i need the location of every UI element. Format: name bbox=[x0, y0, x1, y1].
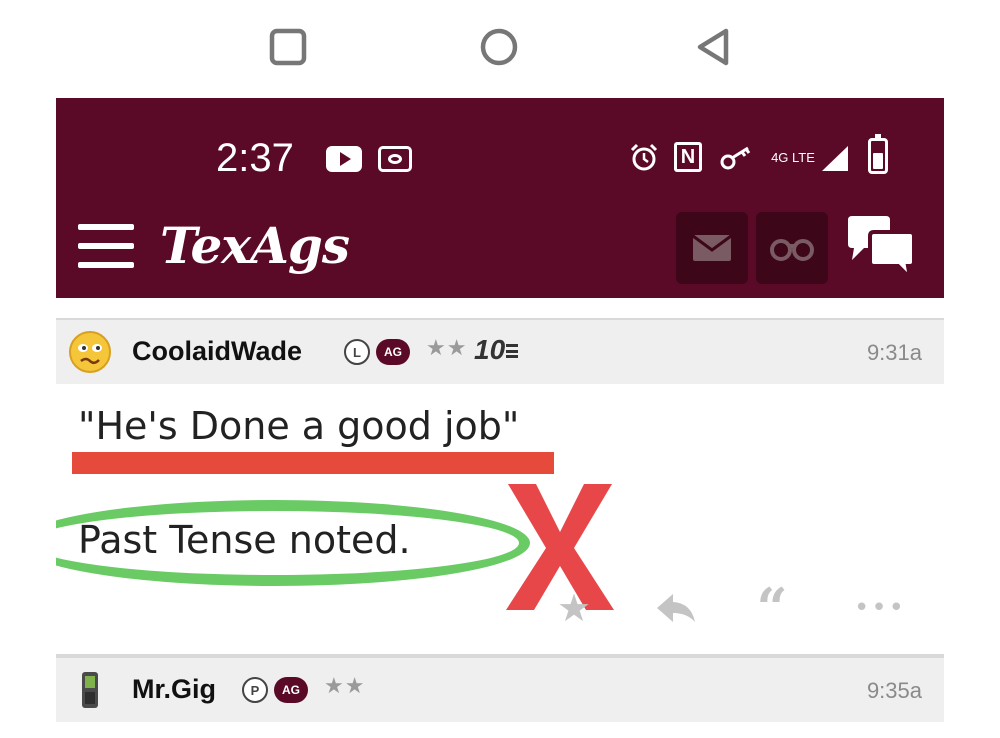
status-bar: 2:37 N 4G LTE bbox=[56, 98, 944, 208]
alarm-icon bbox=[630, 143, 658, 171]
circle-nav-icon bbox=[480, 28, 518, 66]
rank-number: 10 bbox=[474, 334, 506, 365]
nfc-icon: N bbox=[674, 142, 702, 172]
avatar[interactable] bbox=[68, 330, 112, 374]
status-time: 2:37 bbox=[216, 136, 294, 180]
recent-apps-button[interactable] bbox=[263, 22, 313, 72]
user-badge: L bbox=[344, 339, 370, 365]
post-header: CoolaidWade L AG ★★ 10 9:31a bbox=[56, 318, 944, 384]
star-icon: ★ bbox=[556, 586, 592, 630]
network-label: 4G LTE bbox=[771, 149, 815, 165]
watched-threads-button[interactable] bbox=[756, 212, 828, 284]
key-icon bbox=[720, 146, 751, 170]
reply-icon bbox=[657, 594, 695, 622]
youtube-icon bbox=[326, 146, 362, 172]
favorite-button[interactable]: ★ bbox=[548, 586, 600, 630]
username[interactable]: CoolaidWade bbox=[132, 336, 302, 367]
binoculars-icon bbox=[770, 239, 814, 261]
app-screen: 2:37 N 4G LTE TexAgs CoolaidWade L AG ★★… bbox=[56, 98, 944, 738]
reply-button[interactable] bbox=[650, 586, 702, 630]
app-logo[interactable]: TexAgs bbox=[160, 216, 350, 275]
avatar[interactable] bbox=[68, 668, 112, 712]
square-nav-icon bbox=[269, 28, 307, 66]
ag-badge: AG bbox=[376, 339, 410, 365]
more-options-button[interactable]: ••• bbox=[854, 586, 906, 630]
home-button[interactable] bbox=[474, 22, 524, 72]
menu-icon[interactable] bbox=[78, 224, 134, 268]
quote-button[interactable]: “ bbox=[746, 576, 798, 640]
back-button[interactable] bbox=[688, 22, 738, 72]
battery-icon bbox=[868, 134, 888, 174]
user-badge: P bbox=[242, 677, 268, 703]
post-text-line: "He's Done a good job" bbox=[78, 404, 520, 448]
username[interactable]: Mr.Gig bbox=[132, 674, 216, 705]
post-timestamp: 9:35a bbox=[866, 678, 922, 703]
more-icon: ••• bbox=[854, 593, 907, 623]
quote-icon: “ bbox=[756, 576, 788, 640]
back-nav-icon bbox=[697, 28, 729, 66]
star-rating: ★★ bbox=[426, 336, 468, 361]
messages-button[interactable] bbox=[676, 212, 748, 284]
chat-icon[interactable] bbox=[844, 214, 918, 284]
green-circle-annotation bbox=[56, 500, 530, 586]
signal-icon bbox=[822, 146, 848, 171]
rank-icon bbox=[506, 344, 518, 358]
mail-icon bbox=[692, 234, 732, 261]
star-rating: ★★ bbox=[324, 674, 366, 699]
red-underline-annotation bbox=[72, 452, 554, 474]
post-timestamp: 9:31a bbox=[866, 340, 922, 365]
ag-badge: AG bbox=[274, 677, 308, 703]
cast-icon bbox=[378, 146, 412, 172]
post-header: Mr.Gig P AG ★★ 9:35a bbox=[56, 656, 944, 722]
system-navigation-bar bbox=[0, 0, 1000, 98]
app-header: 2:37 N 4G LTE TexAgs bbox=[56, 98, 944, 298]
